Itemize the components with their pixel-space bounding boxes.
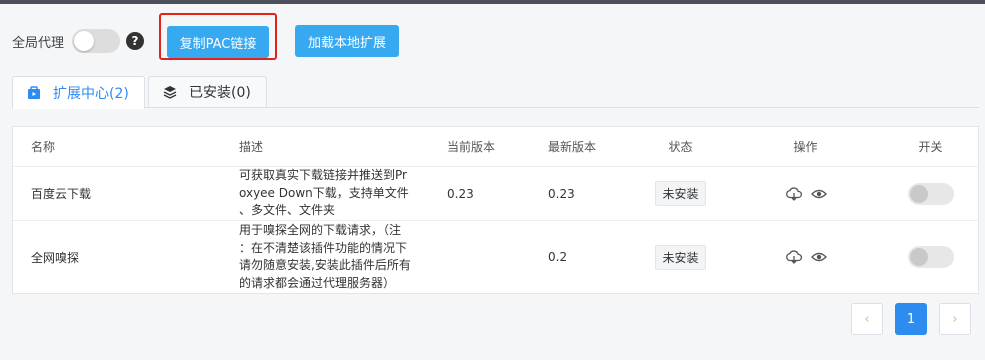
table-header: 名称 描述 当前版本 最新版本 状态 操作 开关 (13, 127, 978, 167)
copy-pac-link-button[interactable]: 复制PAC链接 (167, 26, 269, 58)
global-proxy-toggle[interactable] (72, 29, 121, 53)
load-local-extension-button[interactable]: 加载本地扩展 (295, 25, 399, 57)
desc-line: ：在不清楚该插件功能的情况下 (239, 240, 408, 255)
store-icon (27, 85, 41, 100)
tab-installed[interactable]: 已安装(0) (148, 76, 267, 108)
header-latest-version: 最新版本 (548, 140, 597, 154)
extension-toggle[interactable] (907, 246, 954, 268)
header-name: 名称 (31, 140, 56, 154)
next-page-button[interactable]: › (939, 303, 971, 335)
help-icon[interactable]: ? (126, 32, 145, 50)
top-bar (0, 0, 985, 4)
page-1-button[interactable]: 1 (895, 303, 927, 335)
desc-line: 、多文件、文件夹 (239, 203, 336, 218)
toggle-knob (909, 248, 928, 266)
layers-icon (163, 85, 177, 99)
desc-line: 的请求都会通过代理服务器） (239, 275, 396, 290)
status-badge: 未安装 (655, 244, 706, 270)
current-version (447, 221, 537, 293)
tab-label: 已安装(0) (189, 85, 251, 101)
ext-name: 全网嗅探 (31, 250, 80, 265)
ops-cell (758, 167, 853, 220)
header-desc: 描述 (239, 140, 264, 154)
ext-desc: 可获取真实下载链接并推送到Pr oxyee Down下载，支持单文件 、多文件、… (239, 167, 425, 220)
table-row: 全网嗅探 用于嗅探全网的下载请求，（注 ：在不清楚该插件功能的情况下 请勿随意安… (13, 221, 978, 293)
cloud-download-icon[interactable] (785, 250, 803, 264)
tab-bar: 扩展中心(2) 已安装(0) (12, 76, 979, 109)
cloud-download-icon[interactable] (785, 186, 803, 201)
desc-line: 请勿随意安装,安装此插件后所有 (239, 258, 411, 272)
desc-line: 用于嗅探全网的下载请求，（注 (239, 223, 402, 237)
header-current-version: 当前版本 (447, 140, 496, 154)
prev-page-button[interactable]: ‹ (851, 303, 883, 335)
current-version: 0.23 (447, 186, 474, 201)
tab-extension-center[interactable]: 扩展中心(2) (12, 76, 145, 109)
eye-icon[interactable] (810, 188, 827, 200)
latest-version: 0.23 (548, 186, 575, 201)
toggle-knob (74, 31, 95, 51)
ext-name: 百度云下载 (31, 187, 92, 201)
status-badge: 未安装 (655, 181, 706, 206)
global-proxy-label: 全局代理 (12, 35, 65, 51)
toggle-knob (909, 184, 928, 203)
status-cell: 未安装 (633, 221, 728, 293)
eye-icon[interactable] (810, 251, 827, 263)
ops-cell (758, 221, 853, 293)
header-toggle: 开关 (918, 140, 943, 154)
extension-toggle[interactable] (907, 182, 954, 205)
status-cell: 未安装 (633, 167, 728, 220)
tab-label: 扩展中心(2) (53, 85, 129, 102)
latest-version: 0.2 (548, 250, 568, 264)
table-row: 百度云下载 可获取真实下载链接并推送到Pr oxyee Down下载，支持单文件… (13, 167, 978, 221)
desc-line: 可获取真实下载链接并推送到Pr (239, 168, 407, 183)
header-status: 状态 (668, 140, 693, 154)
desc-line: oxyee Down下载，支持单文件 (239, 185, 409, 200)
toggle-cell (883, 167, 978, 220)
header-ops: 操作 (793, 140, 818, 154)
ext-desc: 用于嗅探全网的下载请求，（注 ：在不清楚该插件功能的情况下 请勿随意安装,安装此… (239, 221, 425, 293)
toggle-cell (883, 221, 978, 293)
extension-table: 名称 描述 当前版本 最新版本 状态 操作 开关 百度云下载 可获取真实下载链接… (12, 126, 979, 294)
toolbar: 全局代理 ? (12, 24, 145, 58)
